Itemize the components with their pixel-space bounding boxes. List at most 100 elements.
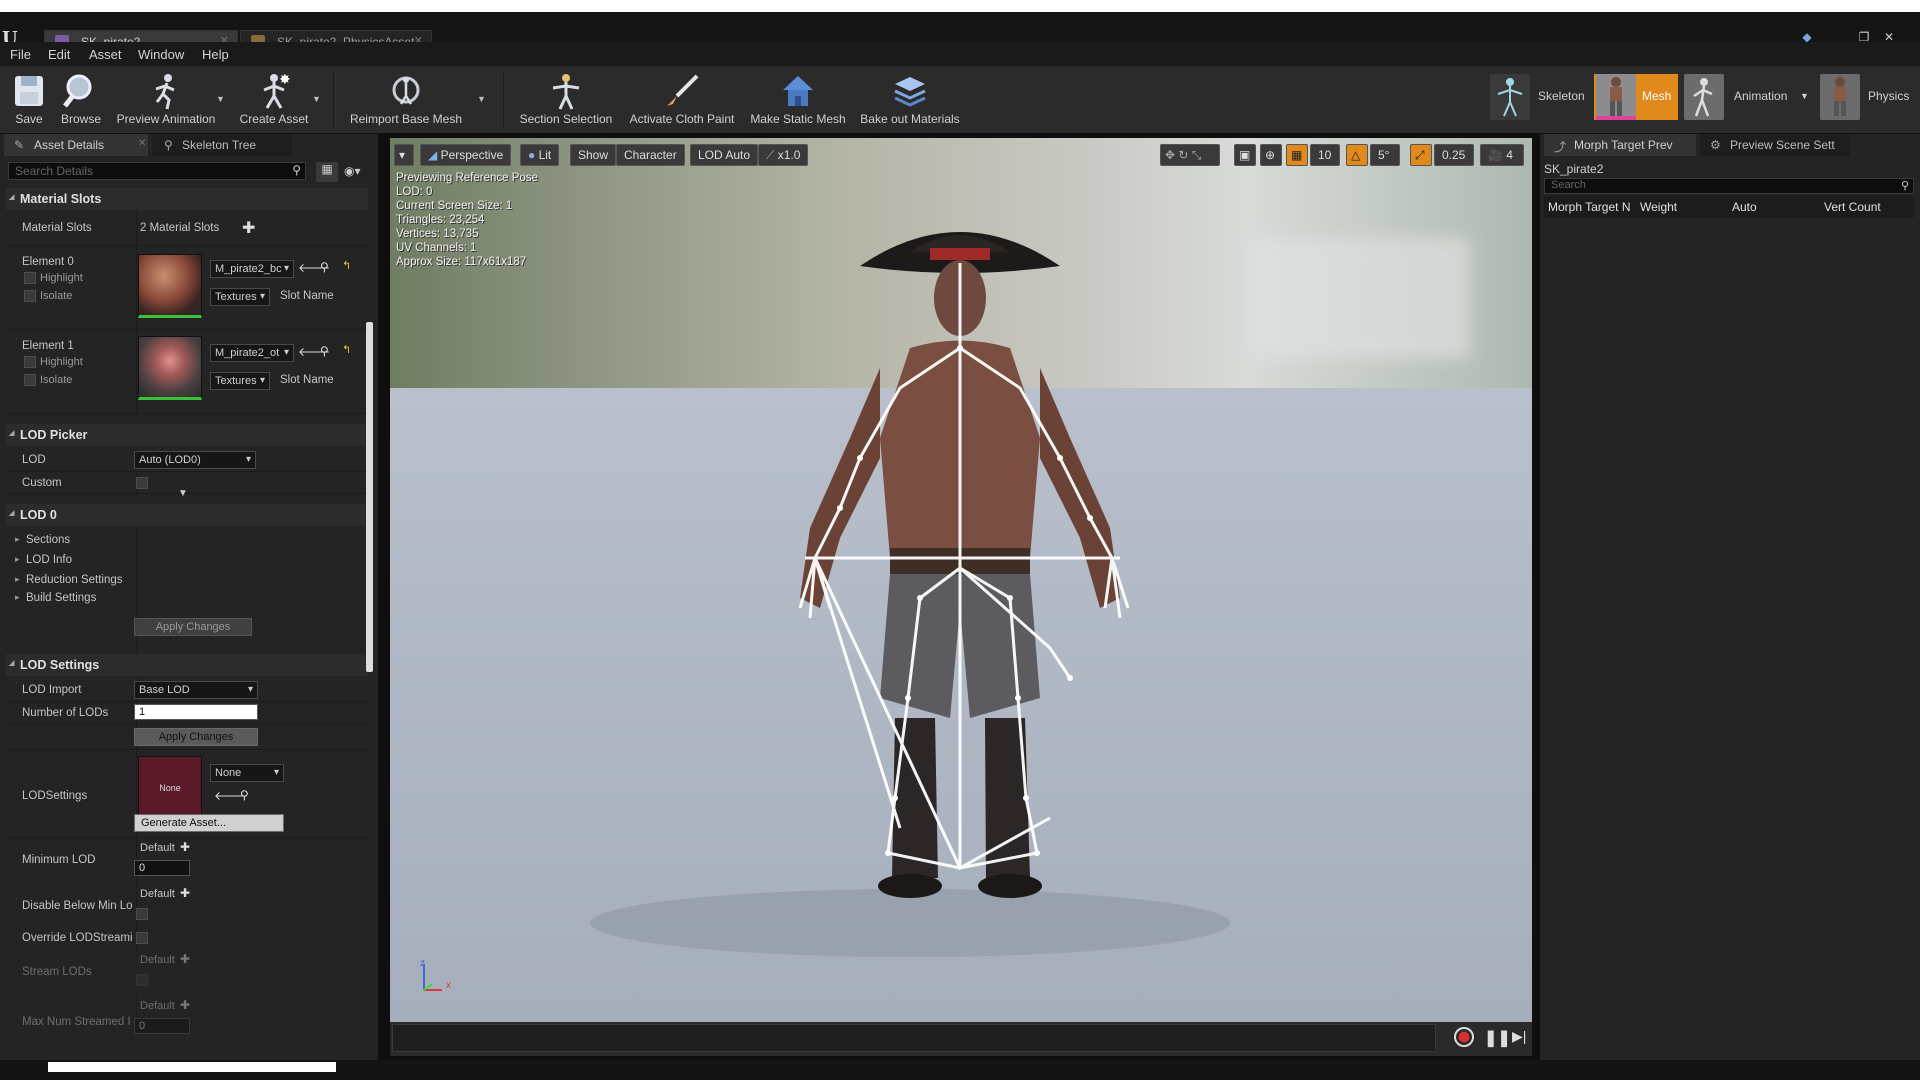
angle-snap-value[interactable]: 5° bbox=[1370, 144, 1400, 166]
apply-changes-lodsettings-button[interactable]: Apply Changes bbox=[134, 728, 258, 746]
angle-snap-icon[interactable]: △ bbox=[1346, 144, 1368, 166]
isolate-checkbox[interactable] bbox=[24, 290, 36, 302]
perspective-button[interactable]: ◢ Perspective bbox=[420, 144, 512, 166]
column-weight[interactable]: Weight bbox=[1640, 200, 1677, 214]
reimport-base-mesh-button[interactable]: Reimport Base Mesh bbox=[348, 68, 464, 132]
grid-size-value[interactable]: 10 bbox=[1310, 144, 1340, 166]
chevron-down-icon[interactable]: ▼ bbox=[1800, 91, 1809, 101]
chevron-down-icon[interactable]: ▼ bbox=[216, 94, 225, 104]
lod0-header[interactable]: LOD 0 bbox=[6, 504, 368, 526]
close-icon[interactable]: ✕ bbox=[138, 138, 146, 149]
mode-physics-button[interactable]: Physics bbox=[1820, 74, 1920, 120]
mode-skeleton-button[interactable]: Skeleton bbox=[1490, 74, 1586, 120]
column-auto[interactable]: Auto bbox=[1732, 200, 1757, 214]
details-scrollbar[interactable] bbox=[366, 322, 373, 672]
browse-search-icon[interactable]: ⚲ bbox=[320, 344, 329, 358]
grid-view-icon[interactable]: ▦ bbox=[316, 162, 338, 182]
browse-search-icon[interactable]: ⚲ bbox=[240, 788, 249, 802]
tab-skeleton-tree[interactable]: ⚲ Skeleton Tree bbox=[152, 134, 292, 156]
add-override-icon[interactable]: ✚ bbox=[180, 886, 190, 900]
add-slot-icon[interactable]: ✚ bbox=[242, 218, 255, 238]
material-thumbnail[interactable] bbox=[138, 336, 202, 400]
record-icon[interactable] bbox=[1454, 1027, 1474, 1047]
minimum-lod-input[interactable]: 0 bbox=[134, 860, 190, 876]
surface-snap-icon[interactable]: ▣ bbox=[1234, 144, 1256, 166]
custom-checkbox[interactable] bbox=[136, 477, 148, 489]
column-morph-target-name[interactable]: Morph Target N bbox=[1548, 200, 1630, 214]
lod-auto-button[interactable]: LOD Auto bbox=[690, 144, 759, 166]
character-button[interactable]: Character bbox=[616, 144, 685, 166]
preview-animation-button[interactable]: Preview Animation bbox=[110, 68, 222, 132]
mode-mesh-button[interactable]: Mesh bbox=[1594, 74, 1678, 120]
morph-search-input[interactable]: Search ⚲ bbox=[1544, 178, 1914, 194]
sections-item[interactable]: Sections bbox=[15, 534, 70, 546]
reset-arrow-icon[interactable]: ↰ bbox=[342, 343, 351, 356]
world-local-icon[interactable]: ⊕ bbox=[1260, 144, 1282, 166]
bake-out-materials-button[interactable]: Bake out Materials bbox=[856, 68, 964, 132]
add-override-icon[interactable]: ✚ bbox=[180, 840, 190, 854]
search-details-input[interactable]: Search Details ⚲ bbox=[8, 162, 306, 180]
chevron-down-icon[interactable]: ▼ bbox=[477, 94, 486, 104]
material-combo[interactable]: M_pirate2_ot bbox=[210, 344, 294, 362]
menu-help[interactable]: Help bbox=[202, 47, 229, 62]
tab-asset-details[interactable]: ✎ Asset Details ✕ bbox=[4, 134, 148, 156]
viewport-options-dropdown[interactable]: ▾ bbox=[394, 144, 414, 166]
lod-settings-thumbnail[interactable]: None bbox=[138, 756, 202, 820]
disable-below-checkbox[interactable] bbox=[136, 908, 148, 920]
show-button[interactable]: Show bbox=[570, 144, 617, 166]
timeline-track[interactable] bbox=[392, 1024, 1436, 1052]
lod-picker-header[interactable]: LOD Picker bbox=[6, 424, 368, 446]
make-static-mesh-button[interactable]: Make Static Mesh bbox=[748, 68, 848, 132]
step-forward-icon[interactable]: ▶| bbox=[1512, 1028, 1526, 1045]
menu-window[interactable]: Window bbox=[138, 47, 184, 62]
section-selection-button[interactable]: Section Selection bbox=[516, 68, 616, 132]
create-asset-button[interactable]: ✸ Create Asset bbox=[236, 68, 312, 132]
details-icon: ✎ bbox=[14, 138, 25, 152]
menu-file[interactable]: File bbox=[10, 47, 31, 62]
menu-edit[interactable]: Edit bbox=[48, 47, 70, 62]
scale-snap-value[interactable]: 0.25 bbox=[1434, 144, 1474, 166]
pause-icon[interactable]: ❚❚ bbox=[1484, 1028, 1511, 1048]
build-settings-item[interactable]: Build Settings bbox=[15, 592, 96, 604]
expand-icon[interactable]: ▼ bbox=[178, 488, 188, 499]
mode-animation-button[interactable]: Animation ▼ bbox=[1684, 74, 1814, 120]
preview-viewport[interactable]: ▾ ◢ Perspective ● Lit Show Character LOD… bbox=[390, 138, 1532, 1022]
lit-button[interactable]: ● Lit bbox=[520, 144, 560, 166]
textures-combo[interactable]: Textures bbox=[210, 288, 270, 306]
generate-asset-button[interactable]: Generate Asset... bbox=[134, 814, 284, 832]
tab-morph-target-preview[interactable]: ⤴ Morph Target Prev bbox=[1544, 134, 1696, 156]
menu-asset[interactable]: Asset bbox=[89, 47, 122, 62]
reduction-settings-item[interactable]: Reduction Settings bbox=[15, 574, 122, 586]
activate-cloth-paint-button[interactable]: Activate Cloth Paint bbox=[624, 68, 740, 132]
lod-combo[interactable]: Auto (LOD0) bbox=[134, 451, 256, 469]
number-of-lods-input[interactable]: 1 bbox=[134, 704, 258, 720]
tab-preview-scene-settings[interactable]: ⚙ Preview Scene Sett bbox=[1700, 134, 1850, 156]
lod-settings-asset-combo[interactable]: None bbox=[210, 764, 284, 782]
textures-combo[interactable]: Textures bbox=[210, 372, 270, 390]
column-vert-count[interactable]: Vert Count bbox=[1824, 200, 1881, 214]
transform-tools[interactable]: ✥ ↻ ⤡ bbox=[1160, 144, 1220, 166]
chevron-down-icon[interactable]: ▼ bbox=[312, 94, 321, 104]
playback-speed-button[interactable]: ⟋ x1.0 bbox=[758, 144, 809, 166]
material-element-0: Element 0 Highlight Isolate M_pirate2_bc… bbox=[6, 246, 368, 330]
grid-snap-icon[interactable]: ▦ bbox=[1286, 144, 1308, 166]
camera-speed-button[interactable]: 🎥 4 bbox=[1480, 144, 1524, 166]
highlight-checkbox[interactable] bbox=[24, 356, 36, 368]
eye-icon[interactable]: ◉▾ bbox=[344, 164, 361, 178]
material-thumbnail[interactable] bbox=[138, 254, 202, 318]
browse-button[interactable]: Browse bbox=[56, 68, 106, 132]
material-combo[interactable]: M_pirate2_bc bbox=[210, 260, 294, 278]
apply-changes-button[interactable]: Apply Changes bbox=[134, 618, 252, 636]
isolate-checkbox[interactable] bbox=[24, 374, 36, 386]
lod-settings-header[interactable]: LOD Settings bbox=[6, 654, 368, 676]
material-slots-header[interactable]: Material Slots bbox=[6, 188, 368, 210]
override-checkbox[interactable] bbox=[136, 932, 148, 944]
layers-icon bbox=[894, 77, 926, 107]
lod-import-combo[interactable]: Base LOD bbox=[134, 681, 258, 699]
browse-search-icon[interactable]: ⚲ bbox=[320, 260, 329, 274]
lod-info-item[interactable]: LOD Info bbox=[15, 554, 72, 566]
scale-snap-icon[interactable]: ⤢ bbox=[1410, 144, 1432, 166]
highlight-checkbox[interactable] bbox=[24, 272, 36, 284]
save-button[interactable]: Save bbox=[6, 68, 52, 132]
reset-arrow-icon[interactable]: ↰ bbox=[342, 259, 351, 272]
